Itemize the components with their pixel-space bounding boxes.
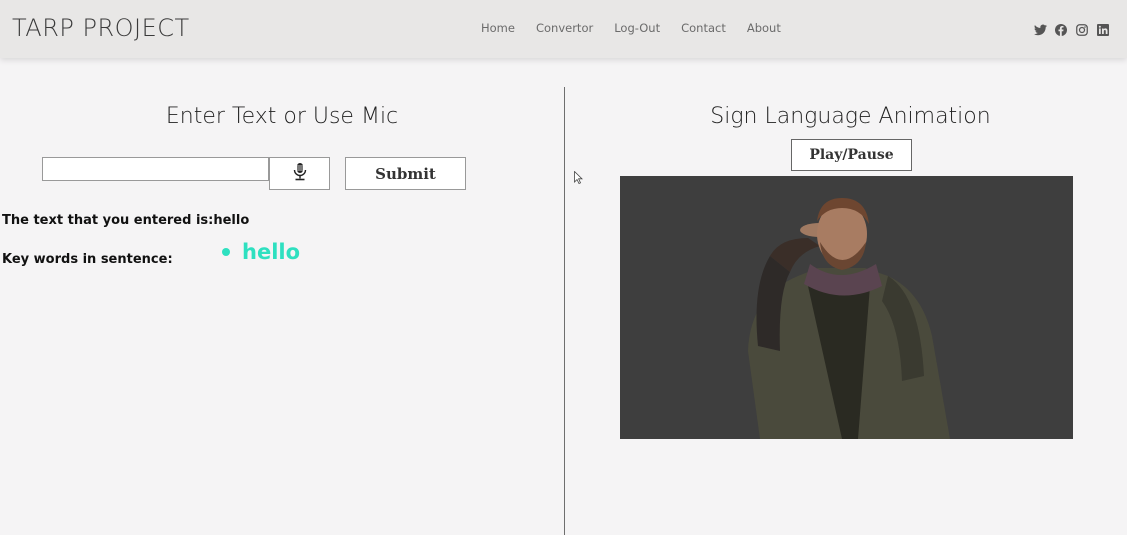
nav-link-contact[interactable]: Contact	[681, 21, 726, 35]
facebook-icon[interactable]	[1055, 21, 1067, 36]
nav-link-logout[interactable]: Log-Out	[614, 21, 660, 35]
text-input[interactable]	[42, 157, 269, 181]
entered-text-value: hello	[213, 213, 250, 228]
mouse-cursor-icon	[574, 169, 583, 188]
twitter-icon[interactable]	[1034, 21, 1047, 36]
nav-links: Home Convertor Log-Out Contact About	[481, 21, 802, 35]
microphone-icon	[293, 163, 307, 184]
entered-text-label: The text that you entered is:	[2, 213, 214, 228]
sign-animation-video[interactable]	[620, 176, 1073, 439]
mic-button[interactable]	[269, 157, 330, 190]
linkedin-icon[interactable]	[1097, 21, 1109, 36]
bullet-icon	[222, 248, 230, 256]
entered-text-row: The text that you entered is:hello	[2, 213, 249, 228]
social-icons	[1034, 21, 1109, 36]
animation-section-title: Sign Language Animation	[710, 104, 991, 129]
panel-divider	[564, 87, 565, 535]
submit-button[interactable]: Submit	[345, 157, 466, 190]
keywords-label: Key words in sentence:	[2, 252, 173, 267]
avatar-figure	[748, 198, 950, 439]
navbar: TARP PROJECT Home Convertor Log-Out Cont…	[0, 0, 1127, 58]
nav-link-convertor[interactable]: Convertor	[536, 21, 593, 35]
play-pause-button[interactable]: Play/Pause	[791, 139, 912, 171]
nav-link-home[interactable]: Home	[481, 21, 515, 35]
keyword-text: hello	[242, 240, 301, 264]
input-section-title: Enter Text or Use Mic	[165, 104, 399, 129]
nav-link-about[interactable]: About	[747, 21, 781, 35]
brand-title[interactable]: TARP PROJECT	[12, 14, 190, 42]
keyword-item: hello	[222, 240, 300, 264]
instagram-icon[interactable]	[1076, 21, 1088, 36]
